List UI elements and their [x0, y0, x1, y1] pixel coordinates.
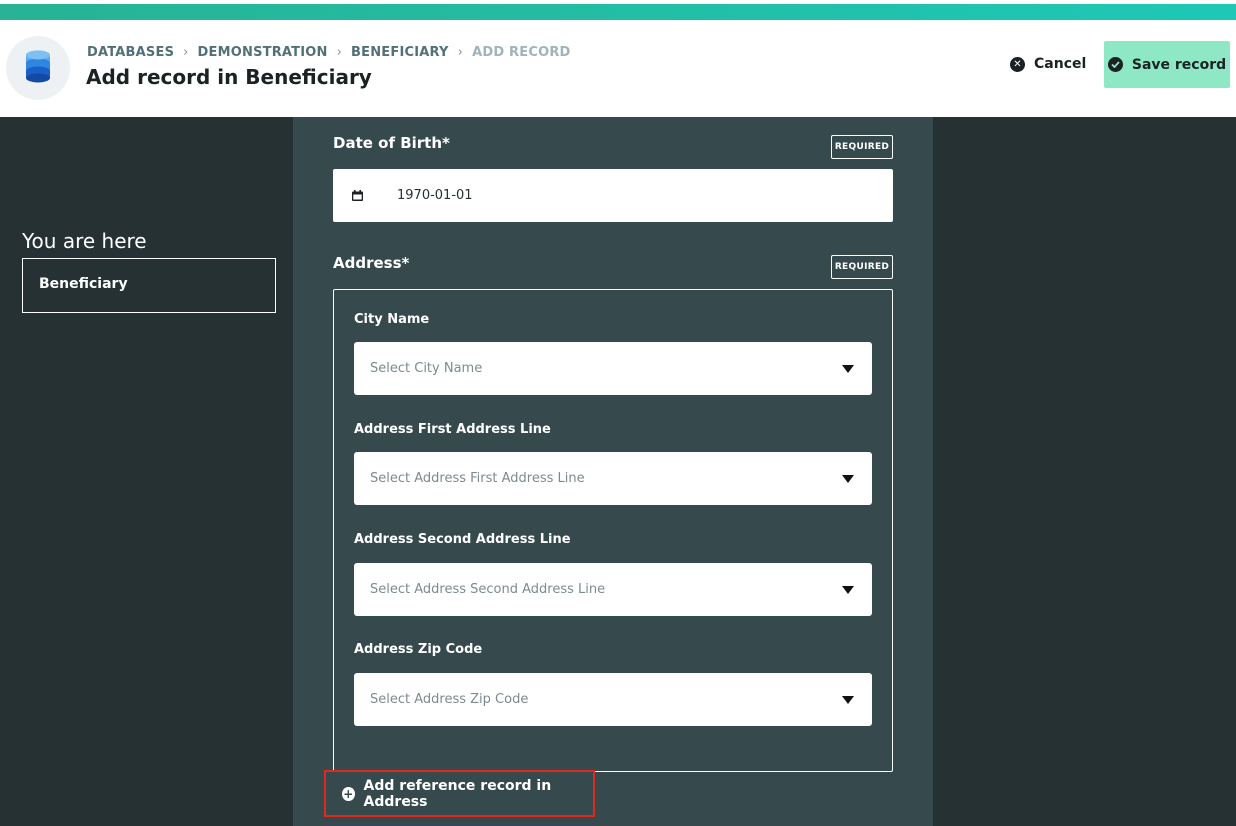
cancel-label: Cancel [1034, 56, 1087, 72]
right-panel [933, 117, 1236, 826]
dob-required-badge: REQUIRED [831, 135, 893, 159]
zip-code-select[interactable]: Select Address Zip Code [354, 673, 872, 726]
city-name-select[interactable]: Select City Name [354, 342, 872, 395]
first-address-line-select[interactable]: Select Address First Address Line [354, 452, 872, 505]
save-label: Save record [1131, 56, 1227, 73]
add-reference-record-button[interactable]: + Add reference record in Address [324, 770, 595, 817]
dob-label: Date of Birth* [333, 134, 450, 152]
chevron-right-icon: › [183, 45, 189, 60]
zip-code-label: Address Zip Code [354, 642, 483, 657]
database-logo [6, 36, 70, 100]
plus-circle-icon: + [342, 786, 355, 801]
address-reference-box: City Name Select City Name Address First… [333, 289, 893, 772]
city-name-placeholder: Select City Name [370, 361, 483, 376]
chevron-right-icon: › [336, 45, 343, 60]
record-form: Date of Birth* REQUIRED 1970-01-01 Addre… [293, 117, 933, 826]
close-circle-icon: ✕ [1010, 56, 1025, 72]
first-address-line-placeholder: Select Address First Address Line [370, 471, 585, 486]
cancel-button[interactable]: ✕ Cancel [1010, 52, 1086, 76]
sidebar: You are here Beneficiary [0, 117, 293, 826]
breadcrumb-add-record: ADD RECORD [472, 45, 571, 60]
caret-down-icon [842, 695, 854, 704]
breadcrumb: DATABASES › DEMONSTRATION › BENEFICIARY … [87, 45, 571, 60]
city-name-label: City Name [354, 312, 430, 327]
caret-down-icon [842, 474, 854, 483]
you-are-here-heading: You are here [22, 229, 147, 253]
second-address-line-select[interactable]: Select Address Second Address Line [354, 563, 872, 616]
first-address-line-label: Address First Address Line [354, 422, 551, 437]
database-icon [26, 50, 50, 83]
date-of-birth-input[interactable]: 1970-01-01 [333, 169, 893, 222]
sidebar-item-beneficiary[interactable]: Beneficiary [22, 258, 276, 313]
calendar-icon [352, 190, 363, 201]
page-header: DATABASES › DEMONSTRATION › BENEFICIARY … [0, 20, 1236, 117]
page-title: Add record in Beneficiary [86, 65, 372, 89]
check-circle-icon [1107, 57, 1123, 72]
address-required-badge: REQUIRED [831, 255, 893, 279]
address-label: Address* [333, 254, 410, 272]
save-record-button[interactable]: Save record [1104, 41, 1230, 88]
breadcrumb-databases[interactable]: DATABASES [87, 45, 174, 60]
breadcrumb-demonstration[interactable]: DEMONSTRATION [198, 45, 328, 60]
zip-code-placeholder: Select Address Zip Code [370, 692, 529, 707]
caret-down-icon [842, 585, 854, 594]
dob-value: 1970-01-01 [397, 188, 473, 203]
second-address-line-placeholder: Select Address Second Address Line [370, 582, 606, 597]
caret-down-icon [842, 364, 854, 373]
second-address-line-label: Address Second Address Line [354, 532, 571, 547]
add-reference-label: Add reference record in Address [363, 777, 552, 810]
top-accent-bar [0, 0, 1236, 20]
chevron-right-icon: › [457, 45, 464, 60]
breadcrumb-beneficiary[interactable]: BENEFICIARY [351, 45, 449, 60]
